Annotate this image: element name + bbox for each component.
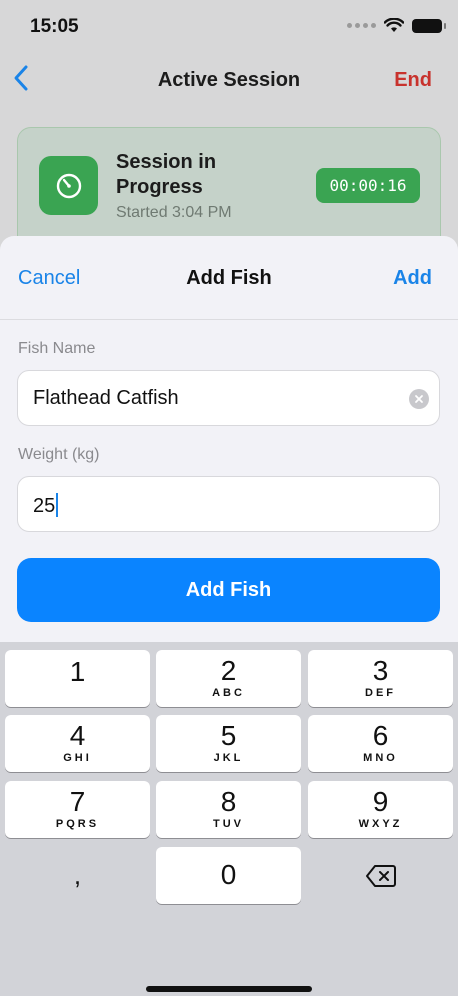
home-indicator [146, 986, 312, 992]
session-start-time: Started 3:04 PM [116, 204, 232, 221]
key-9[interactable]: 9 WXYZ [308, 781, 453, 838]
key-digit: 0 [220, 859, 237, 890]
add-fish-button[interactable]: Add Fish [17, 558, 440, 622]
add-fish-sheet: Cancel Add Fish Add Fish Name Flathead C… [0, 236, 458, 646]
fish-name-field[interactable]: Flathead Catfish [17, 370, 440, 426]
cellular-signal-icon [347, 23, 376, 28]
battery-icon [412, 18, 446, 33]
key-digit: 8 [220, 786, 237, 817]
key-digit: 7 [69, 786, 86, 817]
key-letters: MNO [363, 752, 398, 764]
add-button[interactable]: Add [393, 267, 432, 290]
key-digit: 1 [69, 656, 86, 687]
key-digit: 2 [220, 655, 237, 686]
page-title: Active Session [157, 69, 301, 91]
status-icons [347, 18, 446, 33]
elapsed-timer-badge: 00:00:16 [316, 168, 420, 203]
navigation-bar: Active Session End [0, 52, 458, 108]
clear-icon[interactable] [409, 389, 429, 409]
key-letters: DEF [365, 687, 396, 699]
key-letters: PQRS [55, 818, 100, 830]
key-digit: 6 [372, 720, 389, 751]
sheet-title: Add Fish [186, 267, 272, 289]
weight-value-text: 25 [33, 495, 56, 517]
key-digit: 3 [372, 655, 389, 686]
delete-left-icon [365, 864, 396, 887]
key-letters: TUV [213, 818, 244, 830]
key-letters: WXYZ [358, 818, 403, 830]
key-3[interactable]: 3 DEF [308, 650, 453, 707]
key-letters: JKL [213, 752, 244, 764]
weight-label: Weight (kg) [18, 446, 100, 463]
key-letters: ABC [212, 687, 245, 699]
key-8[interactable]: 8 TUV [156, 781, 301, 838]
key-1[interactable]: 1 [5, 650, 150, 707]
weight-value: 25 [33, 493, 59, 518]
status-bar: 15:05 [0, 0, 458, 52]
key-0[interactable]: 0 [156, 847, 301, 904]
key-comma[interactable]: , [5, 847, 150, 904]
status-time: 15:05 [30, 16, 79, 37]
end-session-button[interactable]: End [394, 69, 432, 92]
key-7[interactable]: 7 PQRS [5, 781, 150, 838]
key-2[interactable]: 2 ABC [156, 650, 301, 707]
session-title: Session in Progress [116, 151, 217, 198]
text-cursor [56, 493, 59, 517]
backspace-key[interactable] [308, 847, 453, 904]
fish-name-label: Fish Name [18, 340, 96, 357]
timer-icon [39, 156, 98, 215]
key-letters: GHI [63, 752, 92, 764]
key-4[interactable]: 4 GHI [5, 715, 150, 772]
weight-field[interactable]: 25 [17, 476, 440, 532]
key-digit: 5 [220, 720, 237, 751]
key-comma-label: , [73, 860, 82, 890]
key-digit: 9 [372, 786, 389, 817]
key-5[interactable]: 5 JKL [156, 715, 301, 772]
key-6[interactable]: 6 MNO [308, 715, 453, 772]
sheet-header: Cancel Add Fish Add [0, 236, 458, 320]
fish-name-value: Flathead Catfish [33, 387, 179, 409]
numeric-keypad: 1 2 ABC 3 DEF 4 GHI 5 JKL 6 MNO 7 PQRS 8… [0, 642, 458, 996]
key-digit: 4 [69, 720, 86, 751]
wifi-icon [384, 18, 404, 32]
